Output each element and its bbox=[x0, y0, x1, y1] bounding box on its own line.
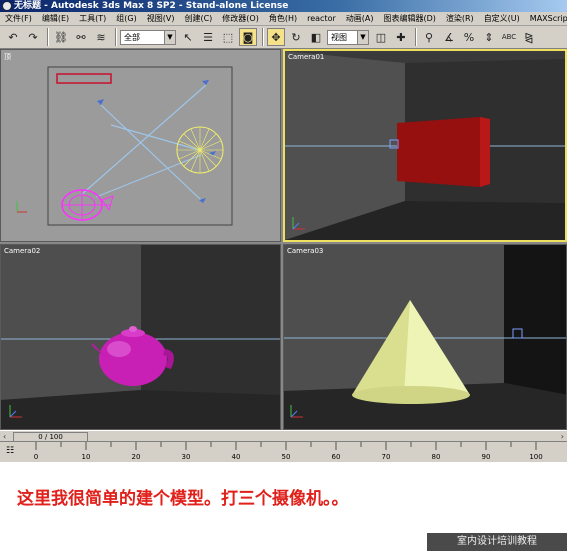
viewport-top[interactable]: 顶 bbox=[0, 49, 281, 242]
track-bar-ruler: 0 10 20 30 40 50 60 70 80 90 100 bbox=[34, 442, 543, 461]
time-slider-thumb[interactable]: 0 / 100 bbox=[13, 432, 88, 442]
menu-views[interactable]: 视图(V) bbox=[142, 12, 180, 25]
tick-label: 70 bbox=[382, 453, 391, 461]
unlink-icon[interactable]: ⚯ bbox=[72, 28, 90, 46]
pivot-center-icon[interactable]: ◫ bbox=[372, 28, 390, 46]
window-crossing-icon[interactable]: ◙ bbox=[239, 28, 257, 46]
tick-label: 10 bbox=[82, 453, 91, 461]
percent-snap-icon[interactable]: % bbox=[460, 28, 478, 46]
bind-space-warp-icon[interactable]: ≋ bbox=[92, 28, 110, 46]
toolbar-divider bbox=[47, 28, 49, 46]
toolbar-divider bbox=[115, 28, 117, 46]
tick-label: 60 bbox=[332, 453, 341, 461]
viewport-label[interactable]: Camera01 bbox=[288, 53, 324, 61]
box-object[interactable] bbox=[397, 117, 480, 187]
top-viewport-scene bbox=[16, 66, 233, 226]
select-and-rotate-icon[interactable]: ↻ bbox=[287, 28, 305, 46]
select-and-link-icon[interactable]: ⛓ bbox=[52, 28, 70, 46]
watermark-label: 室内设计培训教程 bbox=[427, 533, 567, 551]
menu-bar: 文件(F) 编辑(E) 工具(T) 组(G) 视图(V) 创建(C) 修改器(O… bbox=[0, 12, 567, 26]
selection-filter-value: 全部 bbox=[124, 32, 140, 42]
menu-edit[interactable]: 编辑(E) bbox=[37, 12, 74, 25]
selection-filter-dropdown[interactable]: 全部 ▼ bbox=[120, 29, 176, 45]
viewport-label[interactable]: 顶 bbox=[4, 52, 11, 62]
menu-create[interactable]: 创建(C) bbox=[179, 12, 217, 25]
tick-label: 80 bbox=[432, 453, 441, 461]
tick-label: 30 bbox=[182, 453, 191, 461]
snap-toggle-icon[interactable]: ⚲ bbox=[420, 28, 438, 46]
camera02-viewport-scene bbox=[1, 245, 280, 429]
menu-group[interactable]: 组(G) bbox=[111, 12, 141, 25]
tick-label: 40 bbox=[232, 453, 241, 461]
axis-tripod-icon bbox=[16, 201, 27, 213]
select-object-icon[interactable]: ↖ bbox=[179, 28, 197, 46]
viewport-area: 顶 Camera01 Camera02 Camera03 bbox=[0, 49, 567, 430]
select-and-move-icon[interactable]: ✥ bbox=[267, 28, 285, 46]
menu-tools[interactable]: 工具(T) bbox=[74, 12, 111, 25]
menu-rendering[interactable]: 渲染(R) bbox=[441, 12, 479, 25]
main-toolbar: ↶ ↷ ⛓ ⚯ ≋ 全部 ▼ ↖ ☰ ⬚ ◙ ✥ ↻ ◧ 视图 ▼ ◫ ✚ ⚲ … bbox=[0, 26, 567, 49]
menu-maxscript[interactable]: MAXScript(M) bbox=[525, 12, 567, 25]
camera03-viewport-scene bbox=[284, 245, 566, 429]
box-object-side bbox=[480, 117, 490, 187]
time-slider[interactable]: ‹ 0 / 100 › bbox=[0, 430, 567, 442]
tick-label: 50 bbox=[282, 453, 291, 461]
select-and-scale-icon[interactable]: ◧ bbox=[307, 28, 325, 46]
chevron-down-icon: ▼ bbox=[164, 30, 175, 44]
menu-animation[interactable]: 动画(A) bbox=[341, 12, 379, 25]
menu-character[interactable]: 角色(H) bbox=[264, 12, 302, 25]
toolbar-divider bbox=[415, 28, 417, 46]
manipulate-icon[interactable]: ✚ bbox=[392, 28, 410, 46]
undo-icon[interactable]: ↶ bbox=[4, 28, 22, 46]
menu-graph-editors[interactable]: 图表编辑器(D) bbox=[378, 12, 440, 25]
viewport-camera01[interactable]: Camera01 bbox=[283, 49, 567, 242]
ruler-ticks: 0 10 20 30 40 50 60 70 80 90 100 bbox=[34, 442, 543, 461]
reference-coordinate-dropdown[interactable]: 视图 ▼ bbox=[327, 29, 369, 45]
caption-text: 这里我很简单的建个模型。打三个摄像机。。 bbox=[17, 489, 349, 509]
viewport-camera03[interactable]: Camera03 bbox=[283, 244, 567, 430]
redo-icon[interactable]: ↷ bbox=[24, 28, 42, 46]
angle-snap-icon[interactable]: ∡ bbox=[440, 28, 458, 46]
window-title: 无标题 - Autodesk 3ds Max 8 SP2 - Stand-alo… bbox=[14, 1, 289, 11]
camera01-viewport-scene bbox=[285, 51, 565, 240]
tick-label: 0 bbox=[34, 453, 38, 461]
tick-label: 20 bbox=[132, 453, 141, 461]
tick-label: 100 bbox=[529, 453, 542, 461]
toolbar-divider bbox=[262, 28, 264, 46]
rectangular-selection-icon[interactable]: ⬚ bbox=[219, 28, 237, 46]
abc-edit-named-selection-icon[interactable]: ABC bbox=[500, 28, 518, 46]
app-logo-icon[interactable] bbox=[2, 1, 12, 11]
viewport-label[interactable]: Camera02 bbox=[4, 247, 40, 255]
mirror-icon[interactable]: ⧎ bbox=[520, 28, 538, 46]
side-wall bbox=[504, 245, 566, 395]
viewport-camera02[interactable]: Camera02 bbox=[0, 244, 281, 430]
menu-modifiers[interactable]: 修改器(O) bbox=[217, 12, 264, 25]
menu-reactor[interactable]: reactor bbox=[302, 12, 341, 25]
track-bar[interactable]: ☷ 0 10 20 30 40 50 60 70 80 90 100 bbox=[0, 442, 567, 462]
spinner-snap-icon[interactable]: ⇕ bbox=[480, 28, 498, 46]
viewport-label[interactable]: Camera03 bbox=[287, 247, 323, 255]
reference-coordinate-value: 视图 bbox=[331, 32, 347, 42]
track-bar-menu-icon[interactable]: ☷ bbox=[6, 446, 20, 458]
cone-object-top[interactable] bbox=[176, 126, 224, 174]
tick-label: 90 bbox=[482, 453, 491, 461]
chevron-down-icon: ▼ bbox=[357, 30, 368, 44]
title-bar: 无标题 - Autodesk 3ds Max 8 SP2 - Stand-alo… bbox=[0, 0, 567, 12]
select-by-name-icon[interactable]: ☰ bbox=[199, 28, 217, 46]
menu-customize[interactable]: 自定义(U) bbox=[479, 12, 525, 25]
menu-file[interactable]: 文件(F) bbox=[0, 12, 37, 25]
